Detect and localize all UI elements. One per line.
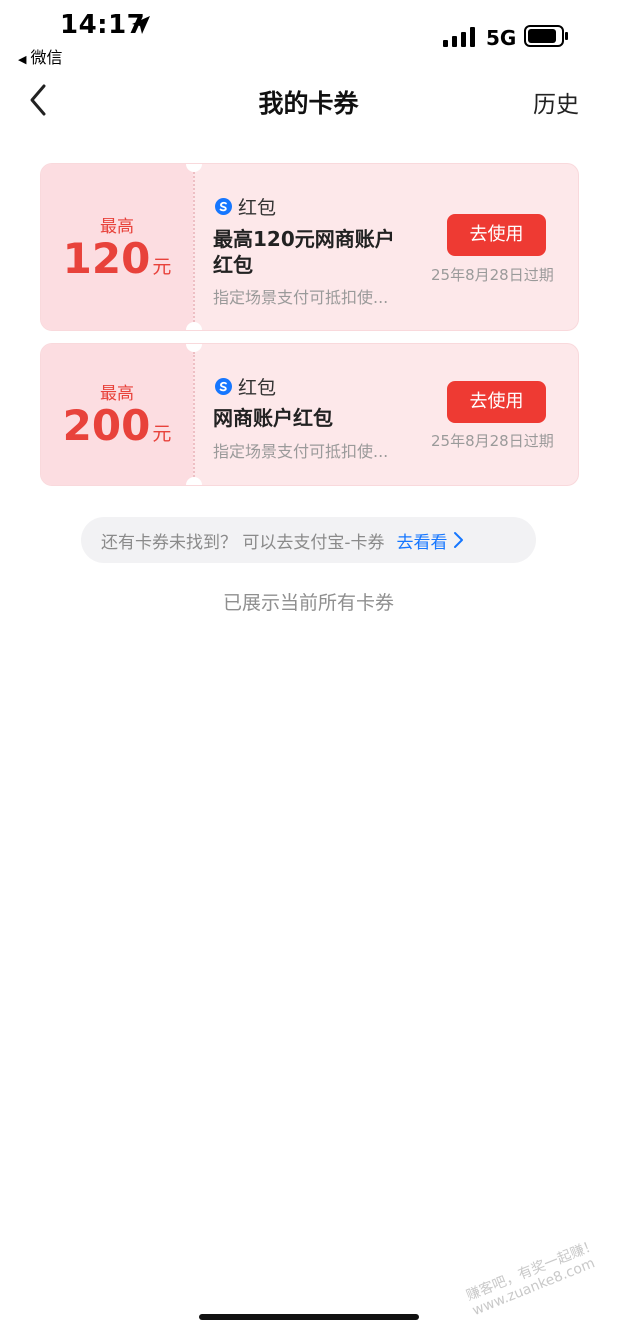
coupon-title-line1: 最高120元网商账户: [213, 227, 395, 251]
use-coupon-button[interactable]: 去使用: [447, 381, 546, 423]
coupon-amount: 120 元: [41, 234, 193, 283]
coupon-amount-number: 200: [62, 401, 151, 450]
alipay-logo-icon: [215, 378, 232, 395]
find-more-coupons-hint[interactable]: 还有卡券未找到？ 可以去支付宝-卡券 去看看: [81, 517, 536, 563]
coupon-title-line1: 网商账户红包: [213, 406, 333, 430]
all-coupons-shown-text: 已展示当前所有卡券: [222, 592, 394, 614]
coupon-title-line2: 红包: [213, 253, 253, 277]
cellular-signal-icon: [443, 27, 475, 47]
coupon-title: 网商账户红包: [213, 405, 333, 431]
history-button[interactable]: 历史: [533, 85, 579, 119]
home-indicator[interactable]: [199, 1314, 419, 1320]
watermark: 赚客吧，有奖一起赚！ www.zuanke8.com: [464, 1237, 606, 1319]
coupon-description: 指定场景支付可抵扣使...: [213, 442, 389, 461]
coupon-card[interactable]: 最高 120 元 红包 最高120元网商账户 红包 指定场景支付可抵扣使... 去…: [40, 163, 579, 331]
coupon-amount-number: 120: [62, 234, 151, 283]
use-coupon-button[interactable]: 去使用: [447, 214, 546, 256]
coupon-expiry: 25年8月28日过期: [431, 266, 554, 284]
network-type: 5G: [486, 26, 517, 50]
coupon-amount-unit: 元: [152, 423, 172, 445]
back-triangle-icon: ◀: [18, 53, 27, 66]
coupon-divider: [193, 172, 195, 322]
coupon-tag-label: 红包: [238, 197, 277, 219]
coupon-tag: 红包: [215, 193, 276, 220]
go-look-link[interactable]: 去看看: [397, 528, 448, 553]
alipay-logo-icon: [215, 198, 232, 215]
coupon-amount-unit: 元: [152, 256, 172, 278]
back-app-label: 微信: [30, 48, 63, 67]
coupon-tag-label: 红包: [238, 377, 277, 399]
coupon-notch-bottom: [186, 477, 202, 485]
back-to-app-link[interactable]: ◀ 微信: [18, 44, 62, 68]
coupon-title: 最高120元网商账户 红包: [213, 226, 395, 278]
coupon-tag: 红包: [215, 373, 276, 400]
hint-text: 还有卡券未找到？ 可以去支付宝-卡券: [101, 532, 385, 553]
coupon-divider: [193, 352, 195, 477]
coupon-amount: 200 元: [41, 401, 193, 450]
coupon-description: 指定场景支付可抵扣使...: [213, 288, 389, 307]
location-arrow-icon: [132, 16, 150, 34]
page-title: 我的卡券: [258, 89, 359, 118]
coupon-notch-bottom: [186, 322, 202, 330]
coupon-expiry: 25年8月28日过期: [431, 432, 554, 450]
coupon-card[interactable]: 最高 200 元 红包 网商账户红包 指定场景支付可抵扣使... 去使用 25年8…: [40, 343, 579, 486]
battery-icon: [524, 25, 568, 47]
chevron-right-icon: [453, 532, 463, 548]
